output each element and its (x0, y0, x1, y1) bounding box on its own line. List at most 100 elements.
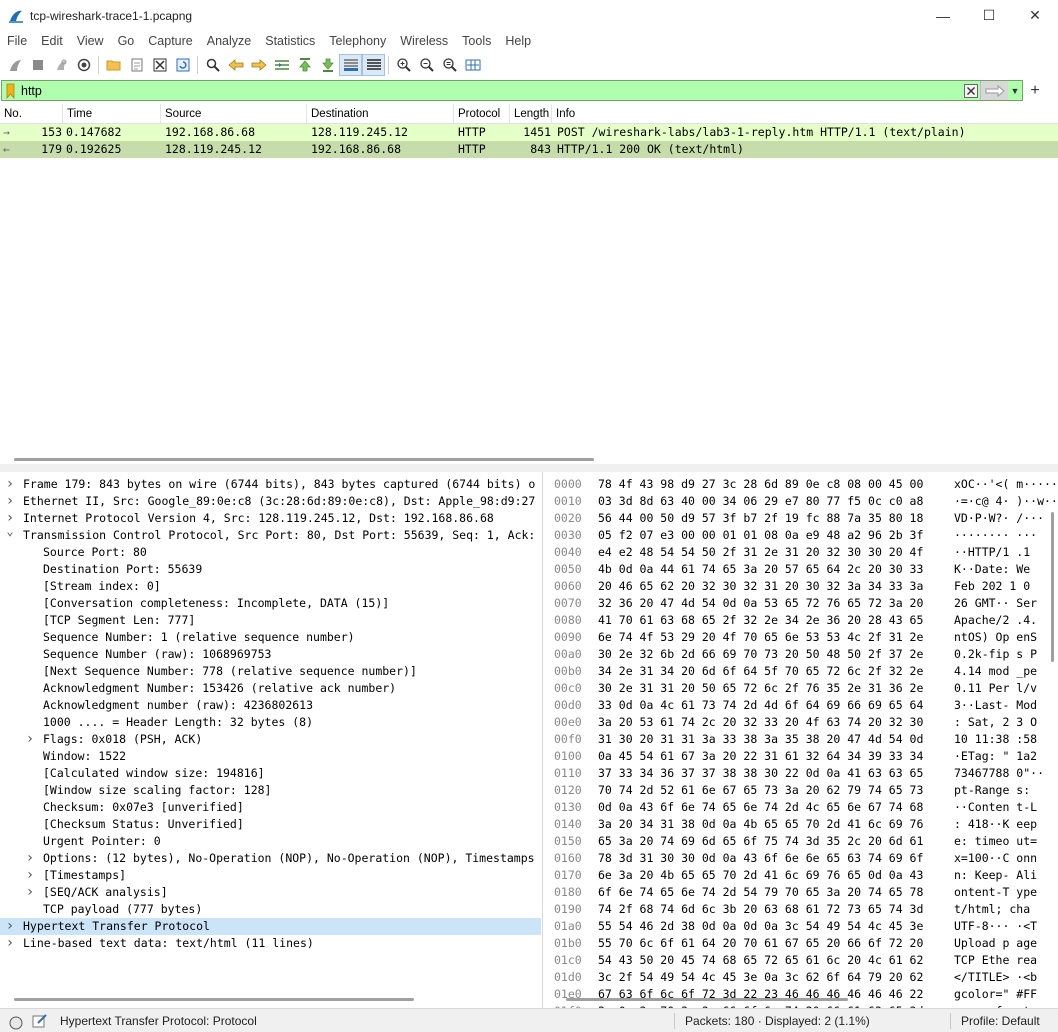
details-horizontal-scrollbar[interactable] (14, 998, 414, 1001)
hex-dump-row[interactable]: 0100 0a 45 54 61 67 3a 20 22 31 61 32 64 … (548, 748, 1048, 765)
reload-file-button[interactable] (171, 54, 194, 76)
tree-node-field[interactable]: [Calculated window size: 194816] (0, 765, 541, 782)
tree-node-field[interactable]: [TCP Segment Len: 777] (0, 612, 541, 629)
tree-node-field[interactable]: Destination Port: 55639 (0, 561, 541, 578)
menu-go[interactable]: Go (111, 31, 142, 52)
hex-dump-row[interactable]: 0000 78 4f 43 98 d9 27 3c 28 6d 89 0e c8 … (548, 476, 1058, 493)
hex-dump-row[interactable]: 01d0 3c 2f 54 49 54 4c 45 3e 0a 3c 62 6f … (548, 969, 1048, 986)
menu-view[interactable]: View (70, 31, 111, 52)
apply-filter-button[interactable] (980, 81, 1008, 100)
tree-node-field[interactable]: Urgent Pointer: 0 (0, 833, 541, 850)
hex-dump-row[interactable]: 0080 41 70 61 63 68 65 2f 32 2e 34 2e 36 … (548, 612, 1048, 629)
zoom-in-button[interactable] (392, 54, 415, 76)
hex-dump-row[interactable]: 0150 65 3a 20 74 69 6d 65 6f 75 74 3d 35 … (548, 833, 1048, 850)
packet-row[interactable]: → 153 0.147682 192.168.86.68 128.119.245.12 H… (0, 124, 1058, 141)
stop-capture-button[interactable] (26, 54, 49, 76)
hex-dump-row[interactable]: 0190 74 2f 68 74 6d 6c 3b 20 63 68 61 72 … (548, 901, 1048, 918)
hex-dump-row[interactable]: 0060 20 46 65 62 20 32 30 32 31 20 30 32 … (548, 578, 1048, 595)
last-packet-button[interactable] (316, 54, 339, 76)
hex-dump-row[interactable]: 00c0 30 2e 31 31 20 50 65 72 6c 2f 76 35 … (548, 680, 1048, 697)
hex-dump-row[interactable]: 0090 6e 74 4f 53 29 20 4f 70 65 6e 53 53 … (548, 629, 1048, 646)
autoscroll-button[interactable] (339, 54, 362, 76)
maximize-button[interactable]: ☐ (966, 0, 1012, 31)
colorize-button[interactable] (362, 54, 385, 76)
menu-analyze[interactable]: Analyze (200, 31, 258, 52)
hex-dump-row[interactable]: 0180 6f 6e 74 65 6e 74 2d 54 79 70 65 3a … (548, 884, 1048, 901)
expert-info-button[interactable] (9, 1014, 23, 1030)
open-file-button[interactable] (102, 54, 125, 76)
find-packet-button[interactable] (201, 54, 224, 76)
column-header-time[interactable]: Time (63, 104, 161, 124)
tree-node-field[interactable]: [Window size scaling factor: 128] (0, 782, 541, 799)
filter-bookmark-button[interactable] (2, 81, 18, 100)
column-header-info[interactable]: Info (552, 104, 1058, 124)
filter-history-dropdown[interactable]: ▼ (1008, 81, 1022, 100)
resize-columns-button[interactable] (461, 54, 484, 76)
hex-dump-row[interactable]: 01c0 54 43 50 20 45 74 68 65 72 65 61 6c … (548, 952, 1048, 969)
tree-node-protocol[interactable]: ⌄ Transmission Control Protocol, Src Port… (0, 527, 541, 544)
menu-telephony[interactable]: Telephony (322, 31, 393, 52)
profile-status[interactable]: Profile: Default (961, 1009, 1040, 1032)
hex-dump-row[interactable]: 0030 05 f2 07 e3 00 00 01 01 08 0a e9 48 … (548, 527, 1048, 544)
tree-node-field[interactable]: › [SEQ/ACK analysis] (0, 884, 541, 901)
tree-node-field[interactable]: Acknowledgment Number: 153426 (relative … (0, 680, 541, 697)
menu-statistics[interactable]: Statistics (258, 31, 322, 52)
hex-dump-row[interactable]: 00d0 33 0d 0a 4c 61 73 74 2d 4d 6f 64 69 … (548, 697, 1048, 714)
hex-dump-row[interactable]: 00f0 31 30 20 31 31 3a 33 38 3a 35 38 20 … (548, 731, 1048, 748)
tree-node-field[interactable]: Sequence Number: 1 (relative sequence nu… (0, 629, 541, 646)
hex-dump-row[interactable]: 01a0 55 54 46 2d 38 0d 0a 0d 0a 3c 54 49 … (548, 918, 1048, 935)
hex-dump-row[interactable]: 0160 78 3d 31 30 30 0d 0a 43 6f 6e 6e 65 … (548, 850, 1048, 867)
close-file-button[interactable] (148, 54, 171, 76)
column-header-source[interactable]: Source (161, 104, 307, 124)
close-button[interactable]: ✕ (1012, 0, 1058, 31)
column-header-destination[interactable]: Destination (307, 104, 454, 124)
tree-node-field[interactable]: [Checksum Status: Unverified] (0, 816, 541, 833)
tree-node-field[interactable]: TCP payload (777 bytes) (0, 901, 541, 918)
collapsed-chevron-icon[interactable]: › (24, 867, 36, 884)
hex-dump-row[interactable]: 0130 0d 0a 43 6f 6e 74 65 6e 74 2d 4c 65 … (548, 799, 1048, 816)
pane-splitter[interactable] (0, 464, 1058, 472)
tree-node-protocol[interactable]: › Line-based text data: text/html (11 lin… (0, 935, 541, 952)
tree-node-protocol[interactable]: › Hypertext Transfer Protocol (0, 918, 541, 935)
collapsed-chevron-icon[interactable]: › (24, 850, 36, 867)
collapsed-chevron-icon[interactable]: › (4, 510, 16, 527)
menu-help[interactable]: Help (498, 31, 538, 52)
capture-comment-button[interactable] (32, 1013, 48, 1029)
tree-node-field[interactable]: [Next Sequence Number: 778 (relative seq… (0, 663, 541, 680)
go-back-button[interactable] (224, 54, 247, 76)
menu-wireless[interactable]: Wireless (393, 31, 455, 52)
expanded-chevron-icon[interactable]: ⌄ (4, 527, 16, 540)
hex-dump-row[interactable]: 00a0 30 2e 32 6b 2d 66 69 70 73 20 50 48 … (548, 646, 1048, 663)
collapsed-chevron-icon[interactable]: › (4, 918, 16, 935)
tree-node-field[interactable]: › [Timestamps] (0, 867, 541, 884)
packet-list-horizontal-scrollbar[interactable] (14, 458, 594, 461)
bytes-horizontal-scrollbar[interactable] (566, 998, 848, 1001)
hex-dump-row[interactable]: 0020 56 44 00 50 d9 57 3f b7 2f 19 fc 88 … (548, 510, 1048, 527)
packet-row[interactable]: ← 179 0.192625 128.119.245.12 192.168.86.68 H… (0, 141, 1058, 158)
menu-edit[interactable]: Edit (34, 31, 70, 52)
menu-file[interactable]: File (0, 31, 34, 52)
hex-dump-row[interactable]: 0110 37 33 34 36 37 37 38 38 30 22 0d 0a … (548, 765, 1048, 782)
tree-node-field[interactable]: Source Port: 80 (0, 544, 541, 561)
clear-filter-button[interactable] (962, 81, 980, 100)
hex-dump-row[interactable]: 0140 3a 20 34 31 38 0d 0a 4b 65 65 70 2d … (548, 816, 1048, 833)
go-to-packet-button[interactable] (270, 54, 293, 76)
hex-dump-row[interactable]: 0120 70 74 2d 52 61 6e 67 65 73 3a 20 62 … (548, 782, 1048, 799)
tree-node-field[interactable]: Acknowledgment number (raw): 4236802613 (0, 697, 541, 714)
menu-capture[interactable]: Capture (141, 31, 199, 52)
tree-node-protocol[interactable]: › Frame 179: 843 bytes on wire (6744 bits… (0, 476, 541, 493)
go-forward-button[interactable] (247, 54, 270, 76)
column-header-protocol[interactable]: Protocol (454, 104, 510, 124)
tree-node-field[interactable]: Checksum: 0x07e3 [unverified] (0, 799, 541, 816)
tree-node-protocol[interactable]: › Ethernet II, Src: Google_89:0e:c8 (3c:2… (0, 493, 541, 510)
first-packet-button[interactable] (293, 54, 316, 76)
capture-options-button[interactable] (72, 54, 95, 76)
start-capture-button[interactable] (3, 54, 26, 76)
hex-dump-row[interactable]: 00e0 3a 20 53 61 74 2c 20 32 33 20 4f 63 … (548, 714, 1048, 731)
column-header-length[interactable]: Length (510, 104, 552, 124)
tree-node-field[interactable]: Sequence Number (raw): 1068969753 (0, 646, 541, 663)
hex-dump-row[interactable]: 0040 e4 e2 48 54 54 50 2f 31 2e 31 20 32 … (548, 544, 1048, 561)
save-file-button[interactable] (125, 54, 148, 76)
tree-node-field[interactable]: 1000 .... = Header Length: 32 bytes (8) (0, 714, 541, 731)
tree-node-field[interactable]: [Conversation completeness: Incomplete, … (0, 595, 541, 612)
